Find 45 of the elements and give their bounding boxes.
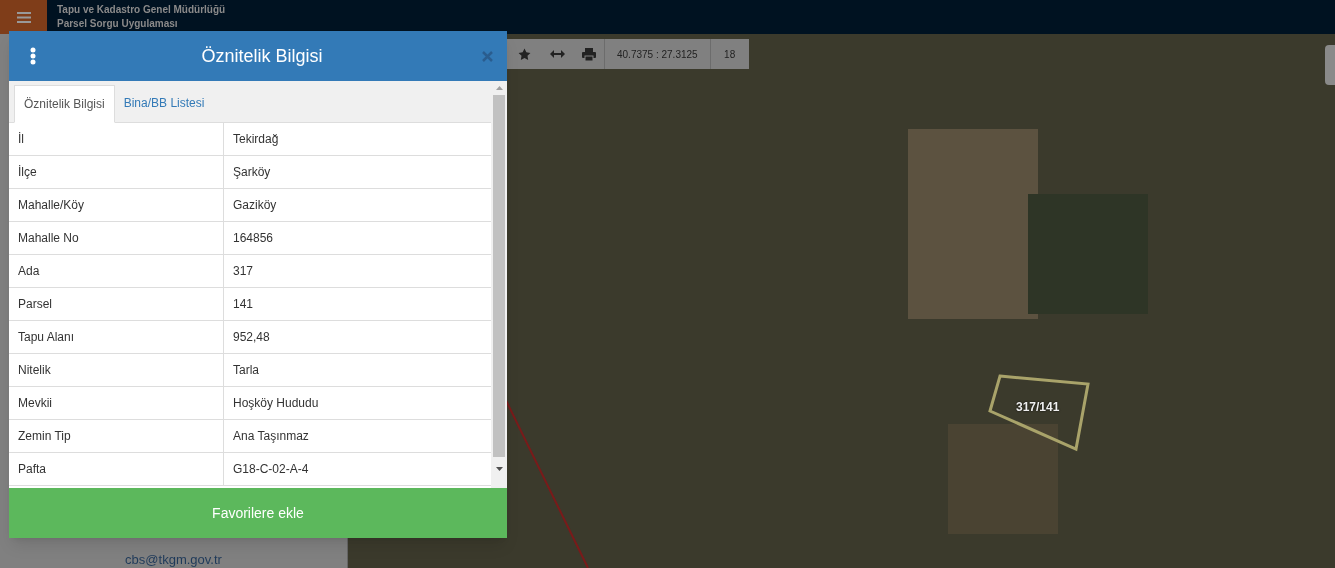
scroll-up-icon bbox=[495, 86, 503, 90]
close-icon bbox=[481, 50, 493, 62]
field-value-cell-text: 164856 bbox=[232, 230, 275, 247]
field-label-cell: Mahalle No bbox=[9, 222, 224, 254]
field-value-cell-text: Tekirdağ bbox=[232, 131, 280, 148]
menu-icon bbox=[16, 11, 31, 23]
field-value-cell-text: Hoşköy Hududu bbox=[232, 395, 320, 412]
field-value-cell-text: Tarla bbox=[232, 362, 260, 379]
scroll-down-icon bbox=[495, 467, 503, 471]
field-label-cell: Pafta bbox=[9, 453, 224, 485]
zoom-level: 18 bbox=[723, 47, 737, 62]
field-label-cell: Nitelik bbox=[9, 354, 224, 386]
app-title: Tapu ve Kadastro Genel Müdürlüğü bbox=[57, 3, 226, 17]
scroll-thumb[interactable] bbox=[493, 95, 505, 457]
star-icon bbox=[517, 47, 531, 61]
tab[interactable]: Bina/BB Listesi bbox=[114, 84, 214, 122]
menu-button[interactable] bbox=[0, 0, 47, 34]
field-label-cell: Zemin Tip bbox=[9, 420, 224, 452]
scrollbar[interactable] bbox=[491, 81, 507, 488]
field-label-cell: Ada bbox=[9, 255, 224, 287]
field-value-cell-text: Gaziköy bbox=[232, 197, 278, 214]
email-link[interactable]: cbs@tkgm.gov.tr bbox=[125, 552, 222, 568]
field-label-cell: Mevkii bbox=[9, 387, 224, 419]
scroll-handle[interactable] bbox=[1325, 45, 1335, 85]
field-label-cell: İlçe bbox=[9, 156, 224, 188]
double-arrow-icon bbox=[549, 50, 565, 58]
field-label-cell: Tapu Alanı bbox=[9, 321, 224, 353]
parcel-label: 317/141 bbox=[1016, 399, 1060, 416]
app-subtitle: Parsel Sorgu Uygulaması bbox=[57, 17, 179, 31]
field-value-cell-text: G18-C-02-A-4 bbox=[232, 461, 310, 478]
field-value-cell-text: Şarköy bbox=[232, 164, 272, 181]
field-label-cell: Parsel bbox=[9, 288, 224, 320]
print-icon bbox=[581, 47, 596, 61]
field-value-cell-text: 952,48 bbox=[232, 329, 271, 346]
dialog-title: Öznitelik Bilgisi bbox=[200, 44, 324, 68]
coordinates-readout: 40.7375 : 27.3125 bbox=[605, 39, 711, 69]
field-label-cell: Mahalle/Köy bbox=[9, 189, 224, 221]
vertical-dots-icon bbox=[30, 47, 36, 65]
tab[interactable]: Öznitelik Bilgisi bbox=[14, 85, 115, 123]
add-favorites-button[interactable]: Favorilere ekle bbox=[9, 488, 507, 538]
field-label-cell: İl bbox=[9, 123, 224, 155]
field-value-cell-text: 141 bbox=[232, 296, 255, 313]
parcel-outline[interactable] bbox=[988, 374, 1092, 452]
field-value-cell-text: 317 bbox=[232, 263, 255, 280]
field-value-cell-text: Ana Taşınmaz bbox=[232, 428, 310, 445]
